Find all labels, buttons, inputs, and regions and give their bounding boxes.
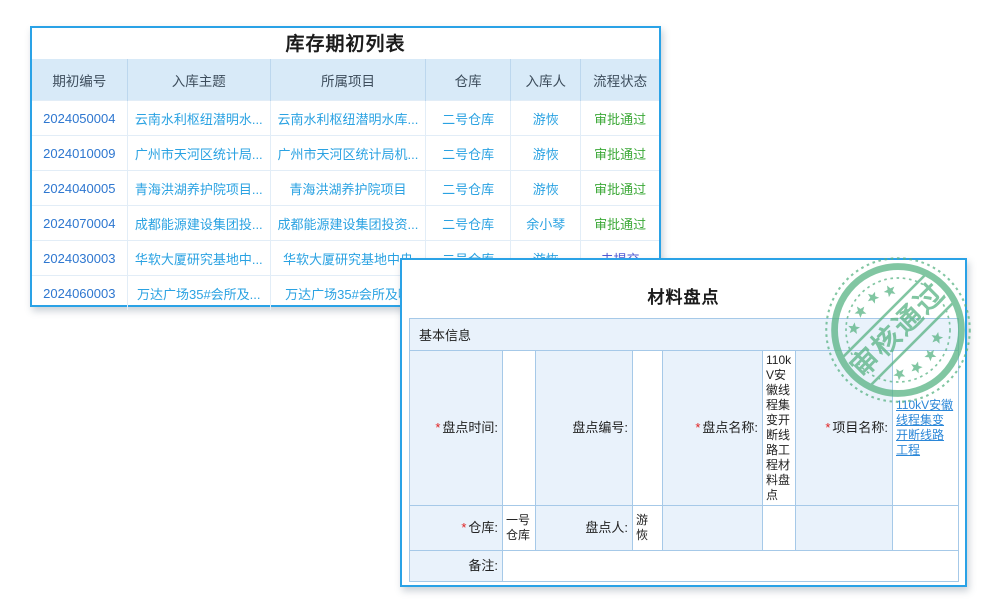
- cell-project[interactable]: 广州市天河区统计局机...: [270, 136, 425, 171]
- empty-label-cell: [796, 506, 893, 551]
- cell-opening-id[interactable]: 2024040005: [32, 171, 127, 206]
- cell-opening-id[interactable]: 2024030003: [32, 241, 127, 276]
- count-number-label: 盘点编号:: [536, 351, 633, 506]
- table-row: 2024070004 成都能源建设集团投... 成都能源建设集团投资... 二号…: [32, 206, 659, 241]
- cell-warehouse: 二号仓库: [426, 136, 511, 171]
- column-header-flow-status: 流程状态: [581, 59, 659, 101]
- cell-inbound-person: 游恢: [511, 171, 581, 206]
- warehouse-label: *仓库:: [410, 506, 503, 551]
- empty-value-cell: [763, 506, 796, 551]
- column-header-warehouse: 仓库: [426, 59, 511, 101]
- list-panel-title: 库存期初列表: [32, 28, 659, 59]
- column-header-opening-id: 期初编号: [32, 59, 127, 101]
- cell-inbound-subject[interactable]: 广州市天河区统计局...: [127, 136, 270, 171]
- warehouse-value: 一号仓库: [503, 506, 536, 551]
- cell-inbound-subject[interactable]: 华软大厦研究基地中...: [127, 241, 270, 276]
- cell-project[interactable]: 成都能源建设集团投资...: [270, 206, 425, 241]
- status-badge: 审批通过: [581, 171, 659, 206]
- required-marker: *: [461, 520, 466, 535]
- cell-project[interactable]: 青海洪湖养护院项目: [270, 171, 425, 206]
- cell-inbound-person: 游恢: [511, 101, 581, 136]
- column-header-inbound-subject: 入库主题: [127, 59, 270, 101]
- count-time-value: [503, 351, 536, 506]
- count-number-value: [633, 351, 663, 506]
- counter-value: 游恢: [633, 506, 663, 551]
- column-header-inbound-person: 入库人: [511, 59, 581, 101]
- form-panel-title: 材料盘点: [402, 260, 965, 318]
- cell-inbound-person: 游恢: [511, 136, 581, 171]
- cell-inbound-subject[interactable]: 青海洪湖养护院项目...: [127, 171, 270, 206]
- count-name-value: 110kV安徽线程集变开断线路工程材料盘点: [763, 351, 796, 506]
- cell-inbound-person: 余小琴: [511, 206, 581, 241]
- cell-opening-id[interactable]: 2024070004: [32, 206, 127, 241]
- count-time-label: *盘点时间:: [410, 351, 503, 506]
- cell-opening-id[interactable]: 2024050004: [32, 101, 127, 136]
- cell-opening-id[interactable]: 2024010009: [32, 136, 127, 171]
- table-row: 2024040005 青海洪湖养护院项目... 青海洪湖养护院项目 二号仓库 游…: [32, 171, 659, 206]
- section-header-basic-info: 基本信息: [410, 319, 959, 351]
- cell-warehouse: 二号仓库: [426, 206, 511, 241]
- cell-warehouse: 二号仓库: [426, 171, 511, 206]
- cell-inbound-subject[interactable]: 成都能源建设集团投...: [127, 206, 270, 241]
- status-badge: 审批通过: [581, 101, 659, 136]
- column-header-project: 所属项目: [270, 59, 425, 101]
- remark-value: [503, 551, 959, 582]
- stocktake-basic-info-table: 基本信息 *盘点时间: 盘点编号: *盘点名称: 110kV安徽线程集变开断线路…: [409, 318, 959, 582]
- table-row: 2024010009 广州市天河区统计局... 广州市天河区统计局机... 二号…: [32, 136, 659, 171]
- empty-label-cell: [663, 506, 763, 551]
- counter-label: 盘点人:: [536, 506, 633, 551]
- status-badge: 审批通过: [581, 136, 659, 171]
- cell-project[interactable]: 云南水利枢纽潜明水库...: [270, 101, 425, 136]
- cell-inbound-subject[interactable]: 万达广场35#会所及...: [127, 276, 270, 311]
- project-link[interactable]: 110kV安徽线程集变开断线路工程: [896, 398, 953, 457]
- table-header-row: 期初编号 入库主题 所属项目 仓库 入库人 流程状态: [32, 59, 659, 101]
- cell-warehouse: 二号仓库: [426, 101, 511, 136]
- table-row: 2024050004 云南水利枢纽潜明水... 云南水利枢纽潜明水库... 二号…: [32, 101, 659, 136]
- status-badge: 审批通过: [581, 206, 659, 241]
- remark-label: 备注:: [410, 551, 503, 582]
- required-marker: *: [695, 420, 700, 435]
- material-stocktake-panel: 材料盘点 基本信息 *盘点时间: 盘点编号: *盘点名称: 110kV安徽线程集…: [400, 258, 967, 587]
- required-marker: *: [435, 420, 440, 435]
- count-name-label: *盘点名称:: [663, 351, 763, 506]
- cell-inbound-subject[interactable]: 云南水利枢纽潜明水...: [127, 101, 270, 136]
- cell-opening-id[interactable]: 2024060003: [32, 276, 127, 311]
- project-name-value: 110kV安徽线程集变开断线路工程: [893, 351, 959, 506]
- required-marker: *: [825, 420, 830, 435]
- empty-value-cell: [893, 506, 959, 551]
- project-name-label: *项目名称:: [796, 351, 893, 506]
